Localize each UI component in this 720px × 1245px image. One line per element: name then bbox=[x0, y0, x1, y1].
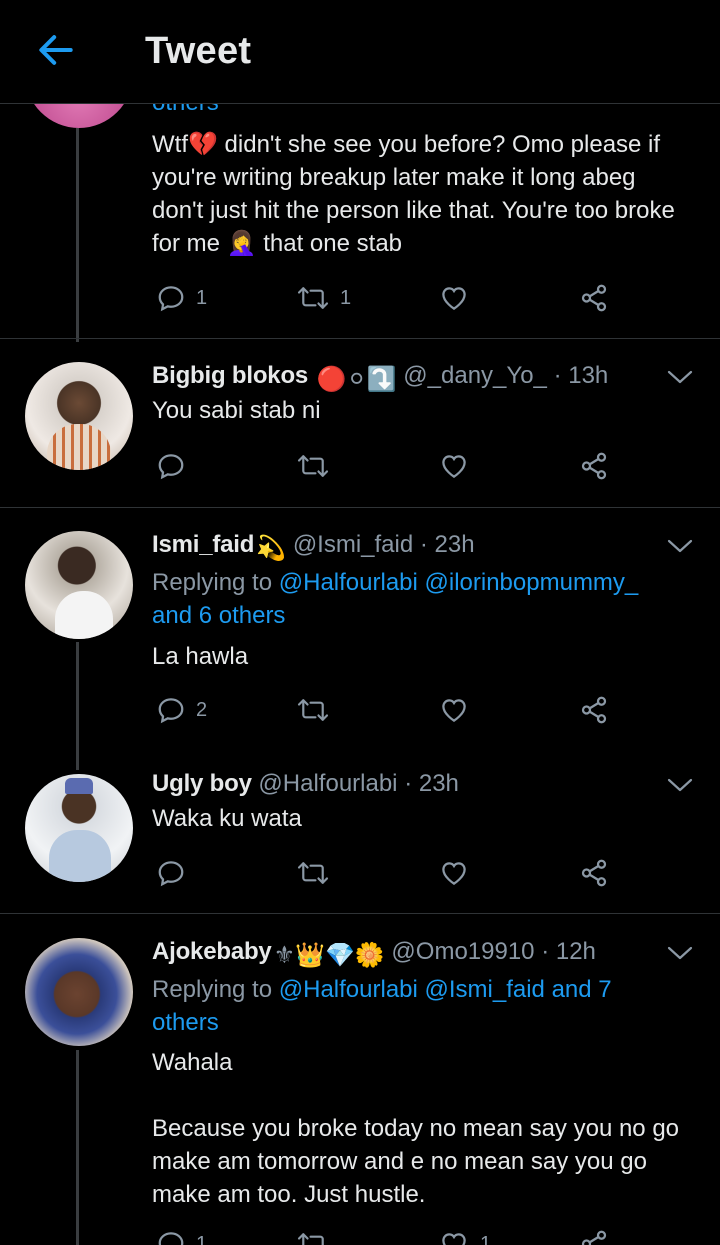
retweet-icon bbox=[297, 455, 329, 477]
share-button[interactable] bbox=[578, 690, 610, 730]
display-name[interactable]: Ismi_faid bbox=[152, 531, 254, 558]
share-button[interactable] bbox=[578, 1224, 610, 1245]
thread-line bbox=[76, 642, 79, 770]
tweet-text: Wahala Because you broke today no mean s… bbox=[152, 1049, 680, 1208]
like-button[interactable]: 1 bbox=[438, 1224, 491, 1245]
timestamp: · 23h bbox=[404, 770, 459, 797]
retweet-button[interactable] bbox=[296, 446, 330, 486]
reply-icon bbox=[158, 698, 184, 724]
name-emojis: ⚜👑💎🌼 bbox=[273, 942, 385, 969]
retweet-icon bbox=[297, 1233, 324, 1245]
tweet-text: La hawla bbox=[152, 643, 249, 670]
display-name[interactable]: Bigbig blokos bbox=[152, 362, 308, 389]
thread-line bbox=[76, 1050, 79, 1245]
heart-icon bbox=[442, 862, 466, 885]
timestamp: · 23h bbox=[419, 531, 475, 558]
heart-icon bbox=[442, 455, 466, 478]
share-button[interactable] bbox=[578, 446, 610, 486]
retweet-button[interactable]: 1 bbox=[296, 278, 351, 318]
share-icon bbox=[581, 1230, 607, 1245]
share-icon bbox=[581, 859, 607, 887]
share-button[interactable] bbox=[578, 278, 610, 318]
retweet-icon bbox=[297, 699, 329, 721]
tweet-actions: 1 1 bbox=[152, 1224, 622, 1245]
like-count: 1 bbox=[480, 1232, 492, 1245]
tweet-text: Wtf💔 didn't she see you before? Omo plea… bbox=[152, 131, 675, 257]
display-name[interactable]: Ugly boy bbox=[152, 770, 252, 797]
top-bar: Tweet bbox=[0, 0, 720, 104]
avatar[interactable] bbox=[25, 362, 133, 470]
retweet-button[interactable] bbox=[296, 690, 330, 730]
timestamp: · 13h bbox=[553, 362, 609, 389]
reply-button[interactable]: 2 bbox=[156, 690, 207, 730]
share-icon bbox=[581, 452, 607, 480]
arrow-left-icon bbox=[39, 35, 73, 65]
reply-icon bbox=[158, 1232, 184, 1245]
reply-button[interactable] bbox=[156, 446, 196, 486]
tweet-actions bbox=[152, 446, 622, 486]
divider bbox=[0, 913, 720, 914]
retweet-icon bbox=[297, 287, 329, 309]
page-title: Tweet bbox=[145, 30, 252, 72]
heart-icon bbox=[442, 1233, 466, 1245]
reply-button[interactable]: 1 bbox=[156, 278, 207, 318]
handle[interactable]: @Omo19910 bbox=[391, 938, 534, 965]
like-button[interactable] bbox=[438, 446, 470, 486]
replying-prefix: Replying to bbox=[152, 976, 279, 1003]
retweet-icon bbox=[297, 862, 329, 884]
replying-to: Replying to @Halfourlabi @Ismi_faid and … bbox=[152, 973, 692, 1039]
heart-icon bbox=[442, 699, 466, 722]
reply-icon bbox=[158, 286, 184, 312]
reply-icon bbox=[158, 454, 184, 480]
share-icon bbox=[581, 284, 607, 312]
reply-icon bbox=[158, 861, 184, 887]
name-emojis: 🔴⚪⤵️ bbox=[316, 366, 397, 393]
retweet-count: 1 bbox=[340, 286, 352, 309]
handle[interactable]: @Ismi_faid bbox=[293, 531, 413, 558]
tweet-text: You sabi stab ni bbox=[152, 397, 321, 424]
avatar[interactable] bbox=[25, 531, 133, 639]
chevron-down-icon[interactable] bbox=[666, 368, 694, 386]
name-emojis: 💫 bbox=[256, 535, 287, 562]
share-button[interactable] bbox=[578, 853, 610, 893]
back-button[interactable] bbox=[34, 28, 78, 72]
share-icon bbox=[581, 696, 607, 724]
handle[interactable]: @_dany_Yo_ bbox=[403, 362, 547, 389]
tweet-header: Bigbig blokos 🔴⚪⤵️ @_dany_Yo_ · 13h bbox=[152, 362, 608, 394]
tweet-actions: 1 1 bbox=[152, 278, 622, 318]
reply-button[interactable]: 1 bbox=[156, 1224, 207, 1245]
handle[interactable]: @Halfourlabi bbox=[258, 770, 397, 797]
reply-count: 1 bbox=[196, 286, 208, 309]
tweet-header: Ugly boy @Halfourlabi · 23h bbox=[152, 770, 459, 798]
tweet-text: Waka ku wata bbox=[152, 805, 302, 832]
like-button[interactable] bbox=[438, 690, 470, 730]
like-button[interactable] bbox=[438, 278, 470, 318]
avatar[interactable] bbox=[25, 938, 133, 1046]
divider bbox=[0, 507, 720, 508]
reply-count: 1 bbox=[196, 1232, 208, 1245]
replying-prefix: Replying to bbox=[152, 569, 279, 596]
avatar[interactable] bbox=[25, 774, 133, 882]
chevron-down-icon[interactable] bbox=[666, 944, 694, 962]
timestamp: · 12h bbox=[541, 938, 596, 965]
chevron-down-icon[interactable] bbox=[666, 776, 694, 794]
replying-to: Replying to @Halfourlabi @ilorinbopmummy… bbox=[152, 566, 692, 632]
divider bbox=[0, 338, 720, 339]
tweet-actions bbox=[152, 853, 622, 893]
display-name[interactable]: Ajokebaby bbox=[152, 938, 272, 965]
heart-icon bbox=[442, 287, 466, 310]
chevron-down-icon[interactable] bbox=[666, 537, 694, 555]
retweet-button[interactable] bbox=[296, 853, 330, 893]
tweet-actions: 2 bbox=[152, 690, 622, 730]
reply-button[interactable] bbox=[156, 853, 186, 893]
tweet-feed: others Wtf💔 didn't she see you before? O… bbox=[0, 0, 720, 1245]
reply-count: 2 bbox=[196, 698, 208, 721]
tweet-header: Ajokebaby⚜👑💎🌼 @Omo19910 · 12h bbox=[152, 938, 596, 970]
tweet-header: Ismi_faid💫 @Ismi_faid · 23h bbox=[152, 531, 475, 563]
thread-line bbox=[76, 128, 79, 342]
retweet-button[interactable] bbox=[296, 1224, 330, 1245]
like-button[interactable] bbox=[438, 853, 470, 893]
